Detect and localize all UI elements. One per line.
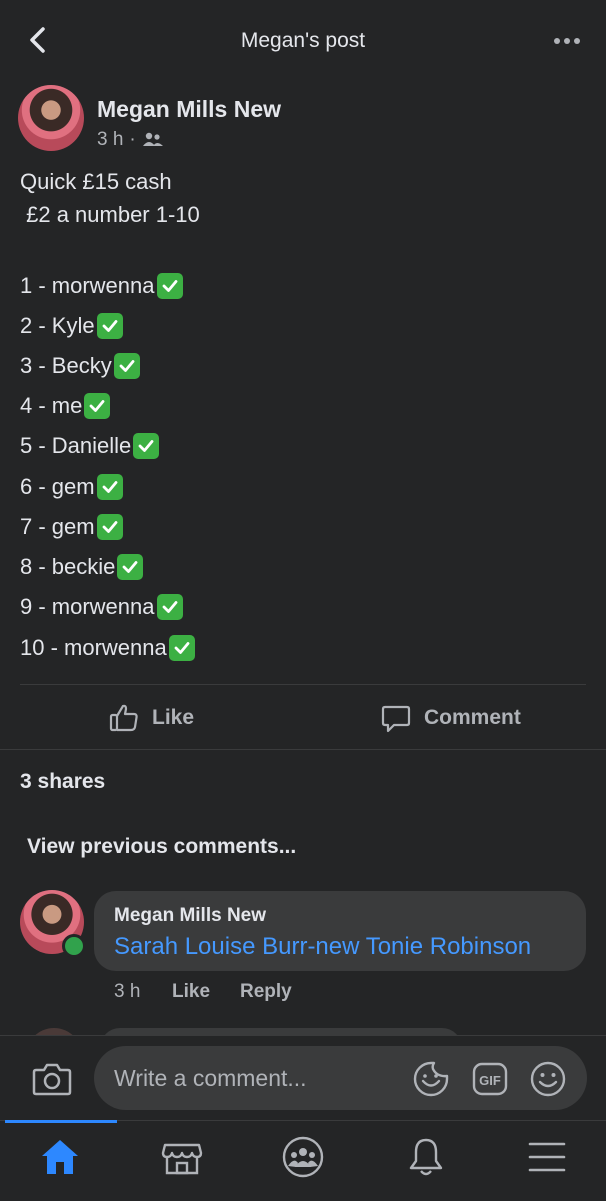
check-mark-icon (156, 273, 183, 299)
check-mark-icon (113, 353, 140, 379)
view-previous-comments[interactable]: View previous comments... (27, 835, 296, 859)
number-entry: 3 - Becky (20, 353, 140, 379)
number-entry: 2 - Kyle (20, 313, 123, 339)
check-mark-icon (84, 393, 111, 419)
groups-icon[interactable] (281, 1135, 325, 1179)
shares-count[interactable]: 3 shares (20, 770, 105, 794)
camera-icon[interactable] (30, 1057, 74, 1101)
comment-bubble-icon (381, 705, 411, 733)
post-author-name[interactable]: Megan Mills New (97, 96, 281, 123)
entry-text: 1 - morwenna (20, 273, 155, 298)
post-meta: 3 h · (97, 129, 164, 151)
entry-text: 8 - beckie (20, 554, 116, 579)
post-text-line: Quick £15 cash (20, 169, 172, 194)
check-mark-icon (96, 514, 123, 540)
menu-icon[interactable] (525, 1135, 569, 1179)
svg-text:GIF: GIF (479, 1073, 501, 1088)
comment-label: Comment (424, 706, 521, 729)
online-status-dot (62, 934, 86, 958)
like-label: Like (152, 706, 195, 729)
number-entry: 5 - Danielle (20, 433, 160, 459)
entry-text: 6 - gem (20, 474, 95, 499)
marketplace-icon[interactable] (160, 1135, 204, 1179)
number-entry: 7 - gem (20, 514, 123, 540)
thumbs-up-icon (109, 704, 138, 732)
entry-text: 2 - Kyle (20, 313, 95, 338)
comment-like-button[interactable]: Like (172, 981, 210, 1003)
divider (0, 749, 606, 750)
post-text-line: £2 a number 1-10 (20, 202, 200, 227)
author-avatar[interactable] (18, 85, 84, 151)
comment-button[interactable]: Comment (380, 700, 521, 736)
check-mark-icon (168, 635, 195, 661)
like-button[interactable]: Like (108, 700, 194, 736)
number-entry: 9 - morwenna (20, 594, 183, 620)
post-time[interactable]: 3 h (97, 129, 123, 151)
entry-text: 4 - me (20, 393, 83, 418)
number-entry: 8 - beckie (20, 554, 144, 580)
check-mark-icon (133, 433, 160, 459)
sticker-icon[interactable] (412, 1060, 450, 1098)
number-entry: 4 - me (20, 393, 111, 419)
number-entry: 6 - gem (20, 474, 123, 500)
entry-text: 9 - morwenna (20, 594, 155, 619)
check-mark-icon (117, 554, 144, 580)
comment-author[interactable]: Megan Mills New (114, 905, 266, 927)
comment-reply-button[interactable]: Reply (240, 981, 292, 1003)
friends-privacy-icon (142, 132, 163, 146)
emoji-icon[interactable] (529, 1060, 567, 1098)
number-entry: 10 - morwenna (20, 635, 195, 661)
page-title: Megan's post (240, 29, 366, 52)
gif-icon[interactable]: GIF (471, 1060, 509, 1098)
number-entry: 1 - morwenna (20, 273, 183, 299)
comment-text[interactable]: Sarah Louise Burr-new Tonie Robinson (114, 933, 531, 961)
notifications-icon[interactable] (404, 1135, 448, 1179)
check-mark-icon (96, 313, 123, 339)
entry-text: 5 - Danielle (20, 433, 132, 458)
entry-text: 7 - gem (20, 514, 95, 539)
check-mark-icon (156, 594, 183, 620)
active-tab-indicator (5, 1120, 117, 1123)
entry-text: 3 - Becky (20, 353, 112, 378)
comment-time: 3 h (114, 981, 141, 1002)
entry-text: 10 - morwenna (20, 635, 167, 660)
comment-input[interactable] (94, 1046, 587, 1110)
meta-separator: · (129, 129, 136, 150)
more-options-icon[interactable] (552, 26, 582, 56)
check-mark-icon (96, 474, 123, 500)
home-icon[interactable] (38, 1135, 82, 1179)
divider (20, 684, 586, 685)
